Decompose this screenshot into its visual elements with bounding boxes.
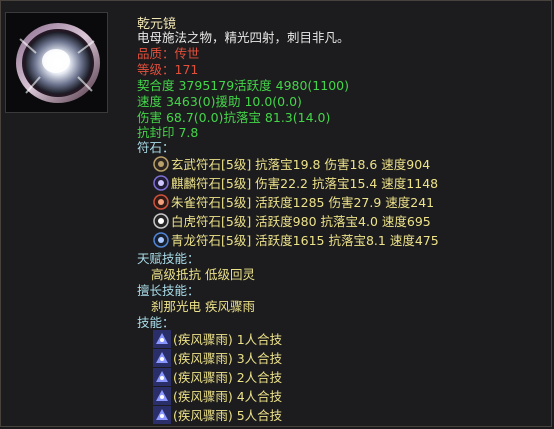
item-quality: 品质：传世 [137, 46, 200, 61]
skill-row: (疾风骤雨) 4人合技 [153, 386, 282, 405]
rune-text: 玄武符石[5级] 抗落宝19.8 伤害18.6 速度904 [171, 157, 431, 172]
zhuque-rune-icon [153, 193, 169, 210]
qilin-rune-icon [153, 174, 169, 191]
item-tooltip: 乾元镜 电母施法之物，精光四射，刺目非凡。 品质：传世 等级：171 契合度 3… [0, 0, 552, 427]
item-description: 电母施法之物，精光四射，刺目非凡。 [137, 30, 350, 45]
rune-text: 麒麟符石[5级] 伤害22.2 抗落宝15.4 速度1148 [171, 176, 439, 191]
rune-row: 玄武符石[5级] 抗落宝19.8 伤害18.6 速度904 [153, 154, 430, 173]
rune-text: 青龙符石[5级] 活跃度1615 抗落宝8.1 速度475 [171, 233, 439, 248]
rune-row: 白虎符石[5级] 活跃度980 抗落宝4.0 速度695 [153, 211, 431, 230]
skill-row: (疾风骤雨) 2人合技 [153, 367, 282, 386]
combo-skill-icon [153, 348, 171, 367]
baihu-rune-icon [153, 212, 169, 229]
rune-row: 青龙符石[5级] 活跃度1615 抗落宝8.1 速度475 [153, 230, 439, 249]
talents-list: 高级抵抗 低级回灵 [151, 267, 255, 282]
skill-row: (疾风骤雨) 1人合技 [153, 329, 282, 348]
rune-row: 麒麟符石[5级] 伤害22.2 抗落宝15.4 速度1148 [153, 173, 438, 192]
qinglong-rune-icon [153, 231, 169, 248]
specialty-list: 刹那光电 疾风骤雨 [151, 299, 255, 314]
skill-text: (疾风骤雨) 3人合技 [173, 351, 283, 366]
skill-text: (疾风骤雨) 5人合技 [173, 408, 283, 423]
skill-row: (疾风骤雨) 3人合技 [153, 348, 282, 367]
stat-row-3: 伤害 68.7(0.0)抗落宝 81.3(14.0) [137, 110, 331, 125]
combo-skill-icon [153, 367, 171, 386]
xuanwu-rune-icon [153, 155, 169, 172]
mirror-item-icon [5, 12, 108, 113]
rune-text: 朱雀符石[5级] 活跃度1285 伤害27.9 速度241 [171, 195, 435, 210]
skill-row: (疾风骤雨) 5人合技 [153, 405, 282, 424]
combo-skill-icon [153, 386, 171, 405]
skill-text: (疾风骤雨) 2人合技 [173, 370, 283, 385]
rune-text: 白虎符石[5级] 活跃度980 抗落宝4.0 速度695 [171, 214, 431, 229]
skill-text: (疾风骤雨) 4人合技 [173, 389, 283, 404]
talents-header: 天赋技能： [137, 251, 200, 266]
rune-row: 朱雀符石[5级] 活跃度1285 伤害27.9 速度241 [153, 192, 434, 211]
combo-skill-icon [153, 405, 171, 424]
skill-text: (疾风骤雨) 1人合技 [173, 332, 283, 347]
stat-row-4: 抗封印 7.8 [137, 125, 199, 140]
stat-row-2: 速度 3463(0)援助 10.0(0.0) [137, 94, 302, 109]
specialty-header: 擅长技能： [137, 283, 200, 298]
item-level: 等级：171 [137, 62, 199, 77]
stat-row-1: 契合度 3795179活跃度 4980(1100) [137, 78, 349, 93]
combo-skill-icon [153, 329, 171, 348]
